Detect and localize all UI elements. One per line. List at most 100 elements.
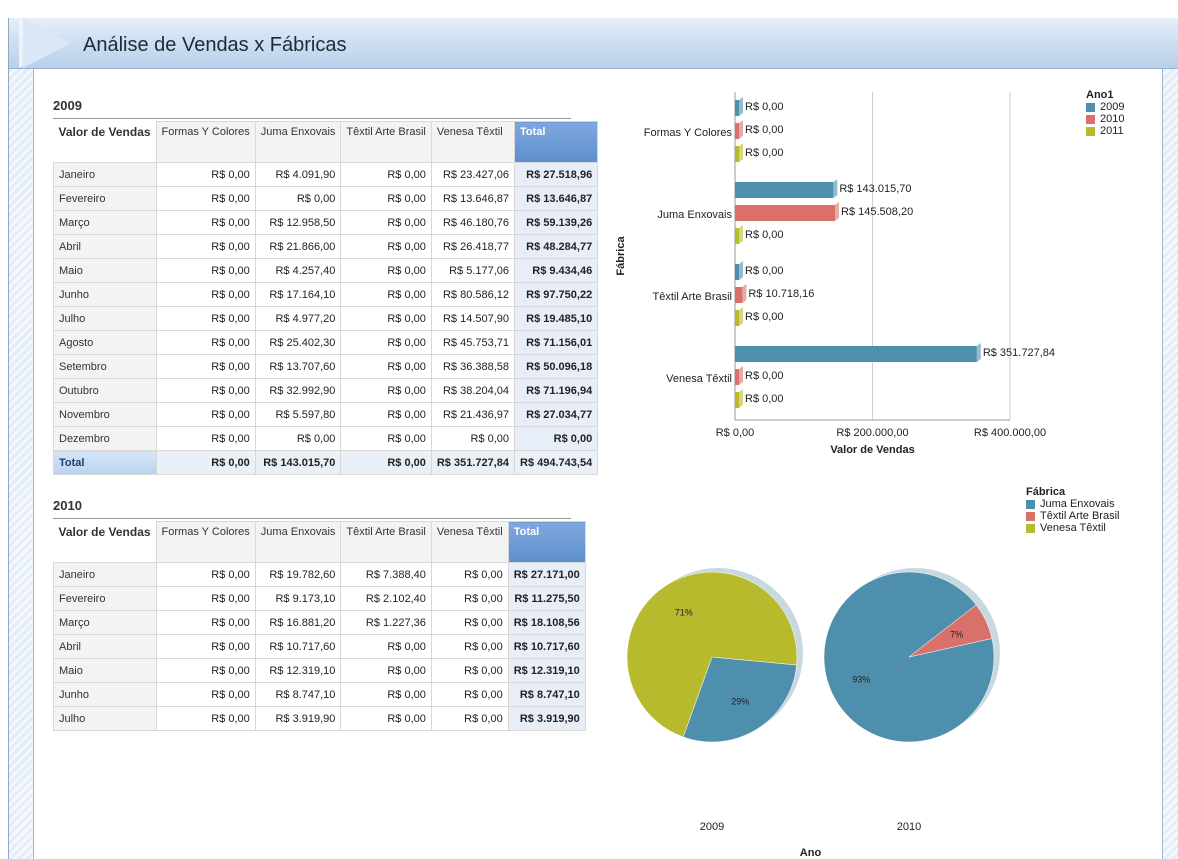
table-cell: R$ 59.139,26 <box>514 210 599 235</box>
table-cell: R$ 3.919,90 <box>254 706 342 731</box>
row-header: Abril <box>53 234 157 259</box>
table-cell: R$ 0,00 <box>340 330 432 355</box>
table-cell: R$ 12.319,10 <box>254 658 342 683</box>
data-label: R$ 0,00 <box>745 147 784 159</box>
table-row: Novembro R$ 0,00 R$ 5.597,80 R$ 0,00 R$ 21.4… <box>53 402 599 427</box>
table-row: Abril R$ 0,00 R$ 10.717,60 R$ 0,00 R$ 0,00 R$… <box>53 634 586 659</box>
table-2010-rule <box>53 518 571 519</box>
table-cell: R$ 0,00 <box>155 354 256 379</box>
table-cell: R$ 0,00 <box>514 426 599 451</box>
bar-side <box>739 143 743 162</box>
bar-side <box>739 366 743 385</box>
bar <box>735 287 743 303</box>
table-cell: R$ 0,00 <box>155 610 256 635</box>
pie-legend-title: Fábrica <box>1026 486 1066 498</box>
data-label: R$ 145.508,20 <box>841 206 913 218</box>
data-label: R$ 0,00 <box>745 393 784 405</box>
total-cell: R$ 143.015,70 <box>254 450 342 475</box>
row-header: Maio <box>53 658 157 683</box>
table-cell: R$ 27.034,77 <box>514 402 599 427</box>
bar-side <box>739 225 743 244</box>
table-cell: R$ 13.646,87 <box>430 186 516 211</box>
table-cell: R$ 13.707,60 <box>254 354 342 379</box>
table-cell: R$ 13.646,87 <box>514 186 599 211</box>
total-cell: R$ 0,00 <box>340 450 432 475</box>
table-cell: R$ 48.284,77 <box>514 234 599 259</box>
bar-chart-legend: Ano1 2009 2010 2011 <box>1086 89 1124 137</box>
data-label: R$ 0,00 <box>745 265 784 277</box>
table-row: Março R$ 0,00 R$ 12.958,50 R$ 0,00 R$ 46.180… <box>53 210 599 235</box>
pie-slice-label: 29% <box>731 696 749 706</box>
corner-header: Valor de Vendas <box>53 521 157 563</box>
pie-legend-item-textil: Têxtil Arte Brasil <box>1026 510 1119 522</box>
pie-legend-item-venesa: Venesa Têxtil <box>1026 522 1119 534</box>
table-cell: R$ 0,00 <box>155 682 256 707</box>
column-header: Têxtil Arte Brasil <box>340 121 432 163</box>
pie-slice-label: 71% <box>675 608 693 618</box>
row-header: Julho <box>53 706 157 731</box>
title-bar: Análise de Vendas x Fábricas <box>9 18 1178 69</box>
row-header: Fevereiro <box>53 186 157 211</box>
table-2009-rule <box>53 118 571 119</box>
table-cell: R$ 50.096,18 <box>514 354 599 379</box>
bar-side <box>739 261 743 280</box>
table-cell: R$ 16.881,20 <box>254 610 342 635</box>
bar-side <box>976 343 981 362</box>
table-cell: R$ 0,00 <box>430 562 509 587</box>
pie-chart-legend: Fábrica Juma Enxovais Têxtil Arte Brasil… <box>1026 486 1119 534</box>
bar-side <box>739 120 743 139</box>
row-header: Dezembro <box>53 426 157 451</box>
table-row: Fevereiro R$ 0,00 R$ 9.173,10 R$ 2.102,40 R$… <box>53 586 586 611</box>
table-row: Março R$ 0,00 R$ 16.881,20 R$ 1.227,36 R$ 0,… <box>53 610 586 635</box>
table-cell: R$ 0,00 <box>430 682 509 707</box>
table-row: Setembro R$ 0,00 R$ 13.707,60 R$ 0,00 R$ 36.… <box>53 354 599 379</box>
table-cell: R$ 0,00 <box>155 306 256 331</box>
table-cell: R$ 0,00 <box>340 210 432 235</box>
table-cell: R$ 14.507,90 <box>430 306 516 331</box>
table-cell: R$ 8.747,10 <box>254 682 342 707</box>
row-header: Novembro <box>53 402 157 427</box>
table-cell: R$ 0,00 <box>340 306 432 331</box>
bar <box>735 346 977 362</box>
table-row: Julho R$ 0,00 R$ 4.977,20 R$ 0,00 R$ 14.507,… <box>53 306 599 331</box>
data-label: R$ 351.727,84 <box>983 347 1055 359</box>
table-row: Maio R$ 0,00 R$ 4.257,40 R$ 0,00 R$ 5.177,06… <box>53 258 599 283</box>
legend-swatch <box>1026 511 1035 521</box>
table-cell: R$ 0,00 <box>155 586 256 611</box>
table-cell: R$ 12.958,50 <box>254 210 342 235</box>
table-cell: R$ 26.418,77 <box>430 234 516 259</box>
row-header: Maio <box>53 258 157 283</box>
table-row: Fevereiro R$ 0,00 R$ 0,00 R$ 0,00 R$ 13.646,… <box>53 186 599 211</box>
column-header: Venesa Têxtil <box>430 521 509 563</box>
table-2009: Valor de Vendas Formas Y Colores Juma Enxo… <box>53 121 599 475</box>
table-cell: R$ 27.171,00 <box>507 562 586 587</box>
table-cell: R$ 0,00 <box>340 258 432 283</box>
table-cell: R$ 9.434,46 <box>514 258 599 283</box>
bar <box>735 182 834 198</box>
row-header: Fevereiro <box>53 586 157 611</box>
data-label: R$ 0,00 <box>745 370 784 382</box>
bar <box>735 264 739 280</box>
table-cell: R$ 8.747,10 <box>507 682 586 707</box>
table-cell: R$ 0,00 <box>155 634 256 659</box>
table-cell: R$ 0,00 <box>254 186 342 211</box>
table-row: Janeiro R$ 0,00 R$ 19.782,60 R$ 7.388,40 R$ … <box>53 562 586 587</box>
total-cell: R$ 0,00 <box>155 450 256 475</box>
table-cell: R$ 17.164,10 <box>254 282 342 307</box>
table-cell: R$ 0,00 <box>340 658 432 683</box>
bar-legend-item-2009: 2009 <box>1086 101 1124 113</box>
table-2009-title: 2009 <box>53 98 82 113</box>
table-row: Abril R$ 0,00 R$ 21.866,00 R$ 0,00 R$ 26.418… <box>53 234 599 259</box>
table-cell: R$ 0,00 <box>340 186 432 211</box>
table-cell: R$ 71.196,94 <box>514 378 599 403</box>
total-cell: R$ 351.727,84 <box>430 450 516 475</box>
legend-swatch <box>1026 523 1035 533</box>
table-cell: R$ 97.750,22 <box>514 282 599 307</box>
table-cell: R$ 0,00 <box>155 402 256 427</box>
table-row: Maio R$ 0,00 R$ 12.319,10 R$ 0,00 R$ 0,00 R$ … <box>53 658 586 683</box>
table-cell: R$ 9.173,10 <box>254 586 342 611</box>
table-cell: R$ 38.204,04 <box>430 378 516 403</box>
bar-side <box>742 284 747 303</box>
table-cell: R$ 0,00 <box>430 706 509 731</box>
table-cell: R$ 0,00 <box>254 426 342 451</box>
